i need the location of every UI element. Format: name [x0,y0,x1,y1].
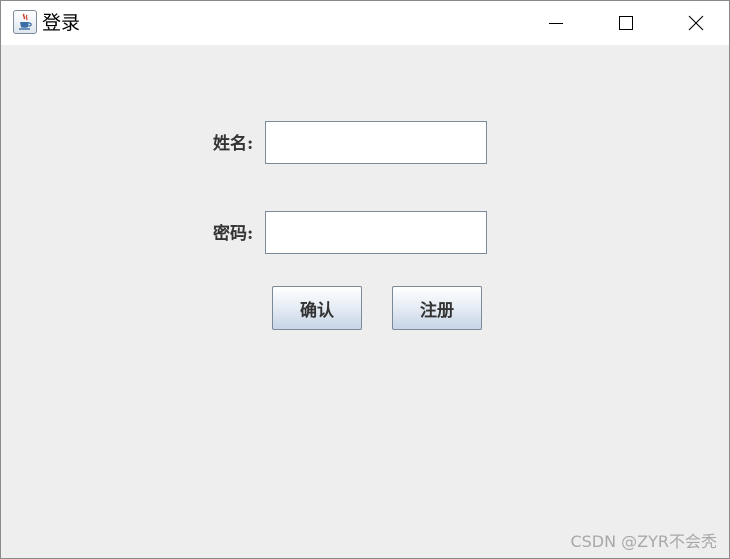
confirm-button[interactable]: 确认 [272,286,362,330]
watermark: CSDN @ZYR不会秃 [570,532,717,551]
register-button[interactable]: 注册 [392,286,482,330]
password-input[interactable] [265,211,487,254]
password-label: 密码: [213,224,254,244]
name-label: 姓名: [213,134,254,154]
name-input[interactable] [265,121,487,164]
form-panel: 姓名: 密码: 确认 注册 CSDN @ZYR不会秃 [1,45,729,558]
maximize-icon [619,16,633,30]
minimize-button[interactable] [521,1,591,45]
close-icon [688,15,704,31]
title-bar[interactable]: 登录 [1,1,729,45]
java-cup-icon[interactable] [13,10,37,34]
close-button[interactable] [661,1,730,45]
maximize-button[interactable] [591,1,661,45]
window-title: 登录 [42,12,81,34]
minimize-icon [549,23,563,24]
login-window: 登录 姓名: 密码: 确认 注册 CSDN @ZYR不会秃 [0,0,730,559]
